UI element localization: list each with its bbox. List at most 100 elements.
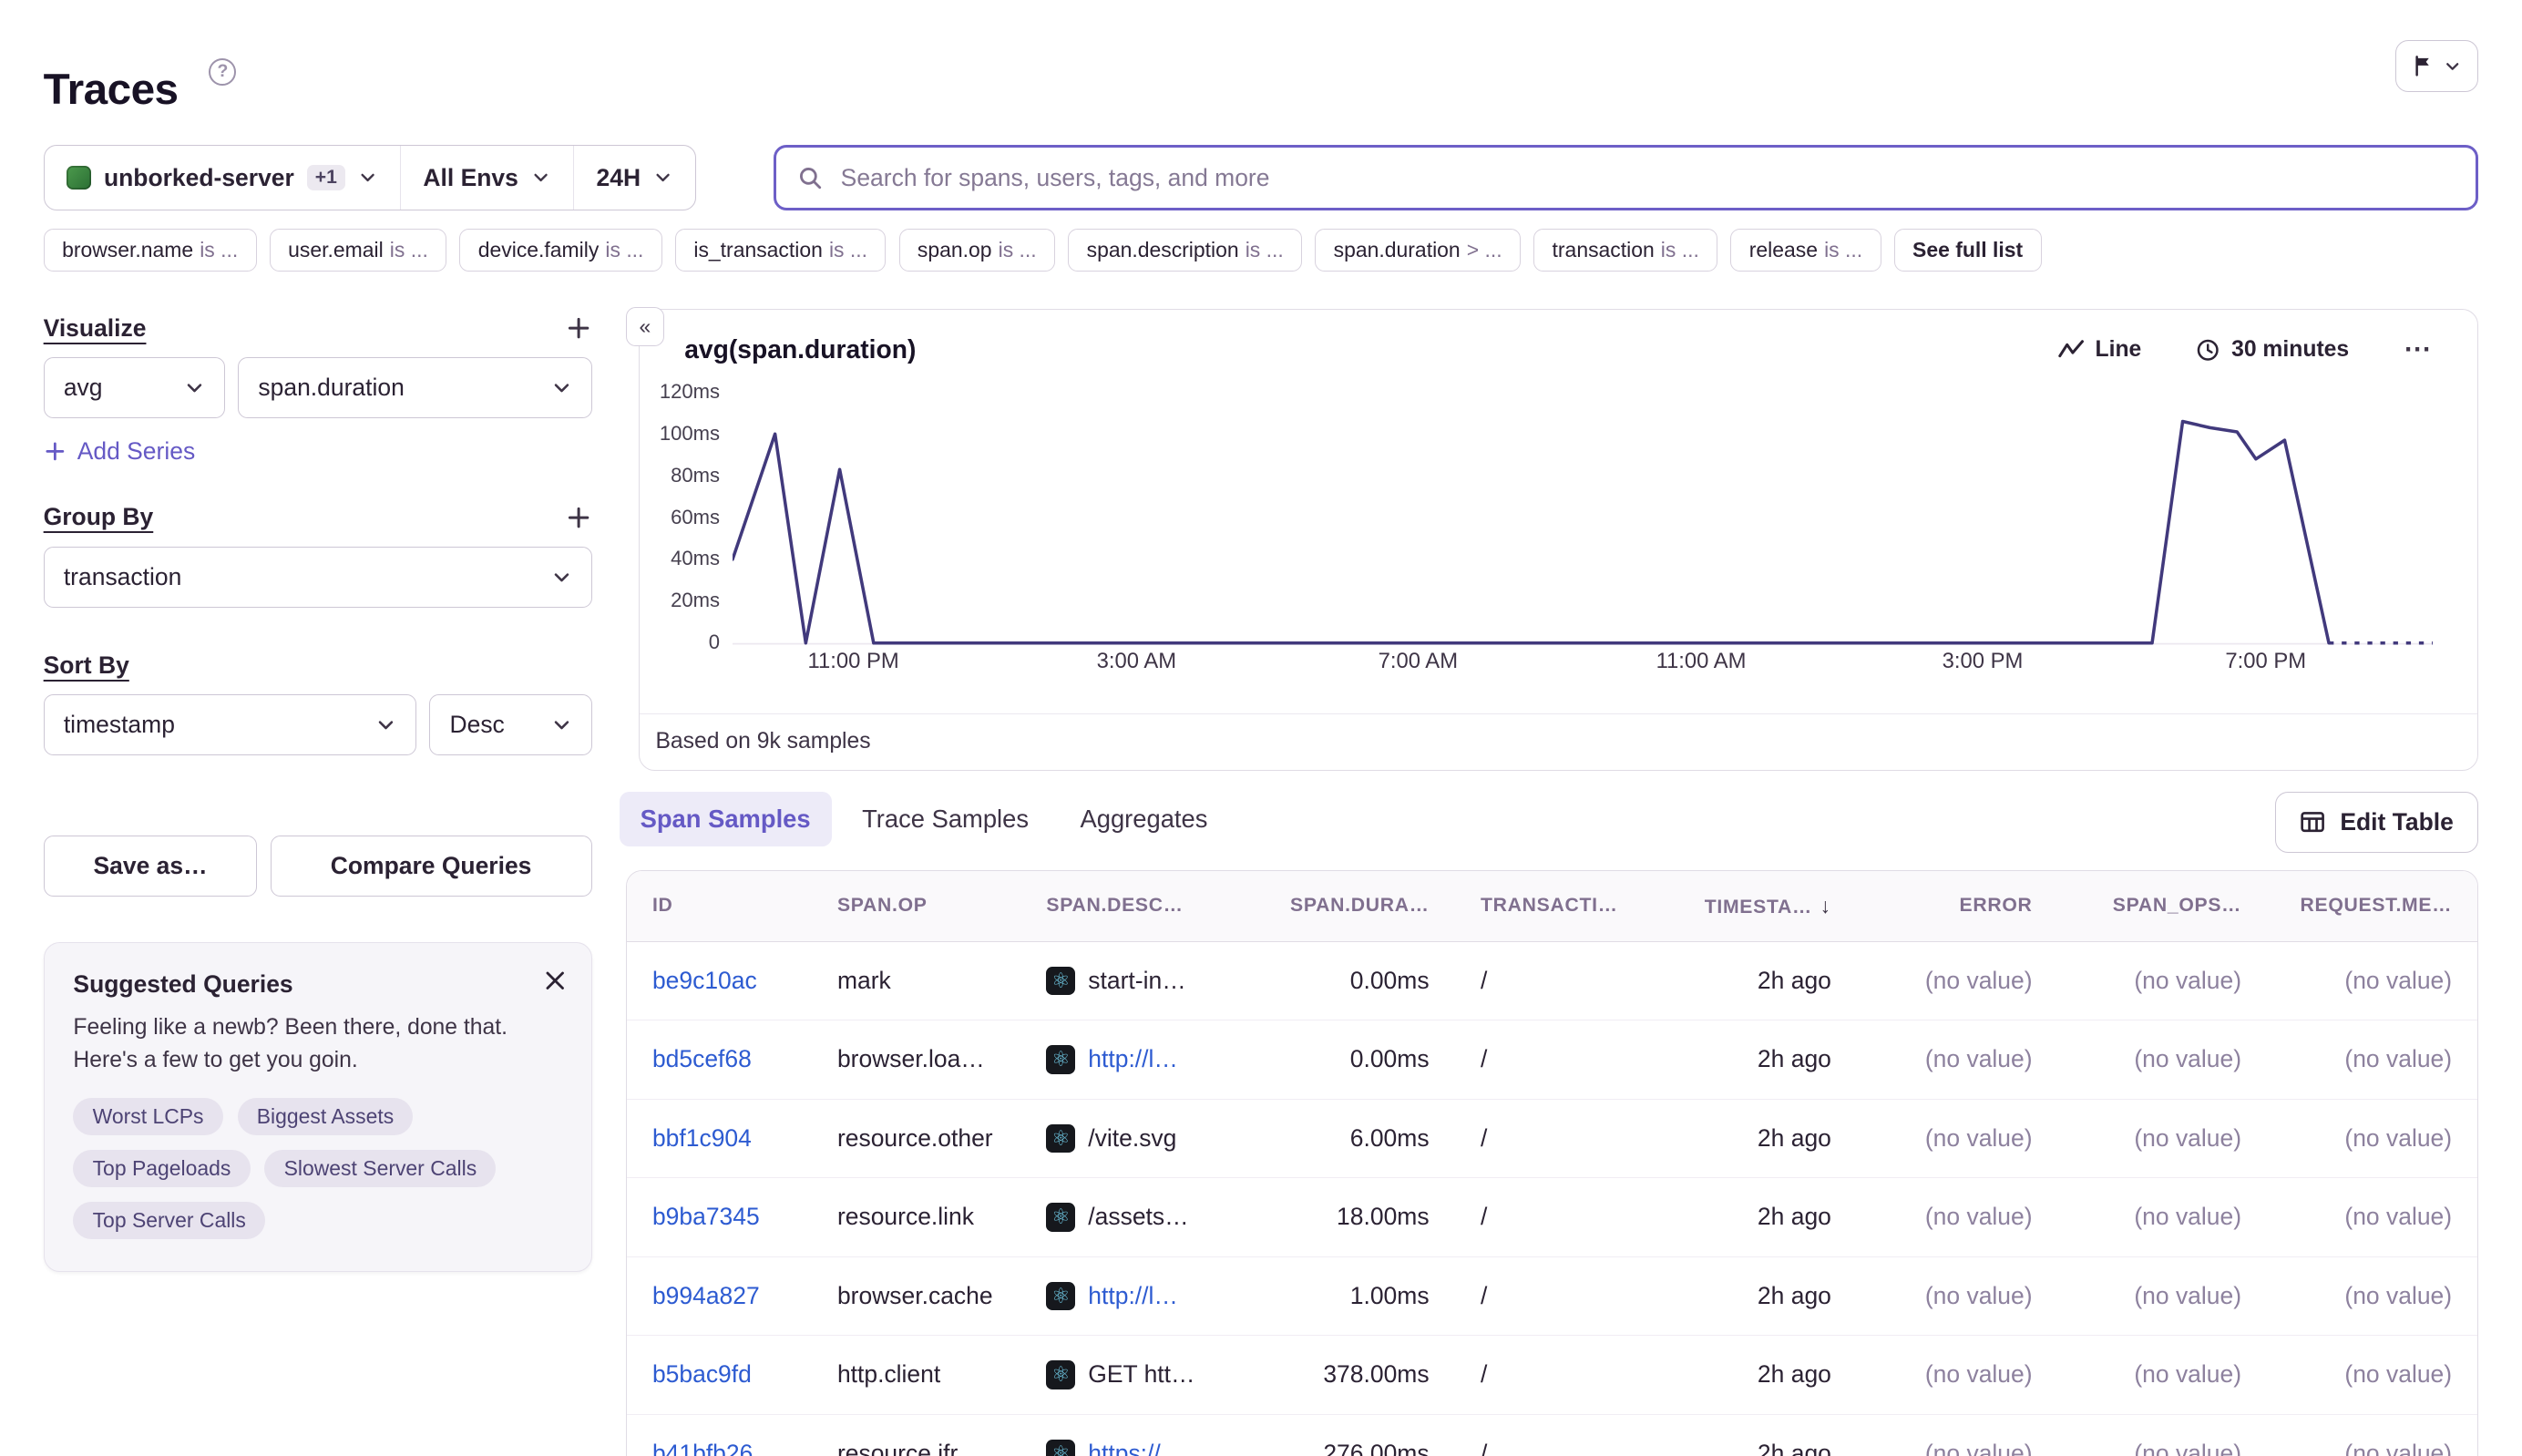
- help-icon[interactable]: ?: [209, 58, 236, 86]
- cell-timestamp: 2h ago: [1664, 1203, 1857, 1231]
- chart-type-button[interactable]: Line: [2048, 335, 2151, 364]
- suggested-query-chip[interactable]: Top Server Calls: [73, 1202, 265, 1239]
- sort-field-select[interactable]: timestamp: [44, 694, 417, 755]
- span-description-text[interactable]: https://…: [1088, 1440, 1184, 1456]
- chevron-down-icon: [358, 168, 377, 187]
- column-header-transacti-[interactable]: TRANSACTI…: [1455, 895, 1664, 917]
- aggregate-select[interactable]: avg: [44, 357, 225, 418]
- search-input[interactable]: [837, 162, 2455, 194]
- column-header-error[interactable]: ERROR: [1857, 895, 2058, 917]
- column-header-span-ops-[interactable]: SPAN_OPS…: [2058, 895, 2267, 917]
- suggested-query-chip[interactable]: Worst LCPs: [73, 1098, 222, 1135]
- react-icon: ⚛: [1046, 1203, 1075, 1232]
- timestamp-text[interactable]: 2h ago: [1758, 1440, 1831, 1456]
- column-header-request-me-[interactable]: REQUEST.ME…: [2267, 895, 2477, 917]
- span-description-text: GET htt…: [1088, 1360, 1194, 1389]
- filter-chip-key: span.description: [1087, 238, 1239, 262]
- table-row: bbf1c904resource.other⚛/vite.svg6.00ms/2…: [627, 1100, 2478, 1179]
- x-axis-label: 7:00 PM: [2225, 649, 2306, 674]
- span-id-link[interactable]: bd5cef68: [652, 1045, 752, 1072]
- add-group-by-button[interactable]: [566, 505, 591, 530]
- page-filter-bar: unborked-server +1 All Envs 24H: [44, 145, 696, 210]
- span-description-text[interactable]: http://l…: [1088, 1045, 1178, 1073]
- span-id-link[interactable]: b994a827: [652, 1282, 760, 1309]
- y-axis-label: 40ms: [642, 546, 720, 571]
- filter-chip-device.family[interactable]: device.familyis ...: [459, 229, 662, 272]
- aggregate-value: avg: [64, 374, 103, 402]
- span-id-link[interactable]: bbf1c904: [652, 1124, 752, 1152]
- span-id-link[interactable]: b41bfb26: [652, 1440, 753, 1456]
- table-row: b41bfb26resource.ifra…⚛https://…276.00ms…: [627, 1415, 2478, 1456]
- add-visualize-button[interactable]: [566, 315, 591, 341]
- span-description-text: /assets…: [1088, 1203, 1188, 1231]
- cell-request-method: (no value): [2267, 1045, 2477, 1073]
- interval-label: 30 minutes: [2231, 337, 2349, 363]
- timestamp-text[interactable]: 2h ago: [1758, 1360, 1831, 1389]
- suggested-queries-body: Feeling like a newb? Been there, done th…: [73, 1011, 561, 1077]
- collapse-sidebar-button[interactable]: «: [626, 307, 664, 345]
- suggested-query-chip[interactable]: Biggest Assets: [238, 1098, 414, 1135]
- tab-aggregates[interactable]: Aggregates: [1060, 792, 1229, 846]
- filter-chip-span.duration[interactable]: span.duration> ...: [1315, 229, 1521, 272]
- search-bar: [774, 145, 2478, 210]
- edit-table-button[interactable]: Edit Table: [2275, 792, 2479, 853]
- filter-chip-key: release: [1749, 238, 1818, 262]
- filter-chip-is_transaction[interactable]: is_transactionis ...: [675, 229, 886, 272]
- filter-chip-key: is_transaction: [693, 238, 823, 262]
- filter-chip-user.email[interactable]: user.emailis ...: [270, 229, 446, 272]
- table-row: b994a827browser.cache⚛http://l…1.00ms/2h…: [627, 1257, 2478, 1337]
- flag-dropdown-button[interactable]: [2395, 40, 2479, 91]
- tab-trace-samples[interactable]: Trace Samples: [841, 792, 1050, 846]
- filter-chip-span.description[interactable]: span.descriptionis ...: [1068, 229, 1302, 272]
- column-header-timesta-[interactable]: TIMESTA… ↓: [1664, 894, 1857, 918]
- sort-desc-icon[interactable]: ↓: [1820, 894, 1831, 918]
- span-samples-table: IDSPAN.OPSPAN.DESC…SPAN.DURA…TRANSACTI…T…: [626, 870, 2479, 1456]
- suggested-query-chip[interactable]: Slowest Server Calls: [264, 1150, 496, 1187]
- field-select[interactable]: span.duration: [238, 357, 591, 418]
- filter-chip-release[interactable]: releaseis ...: [1730, 229, 1881, 272]
- cell-transaction: /: [1455, 1440, 1664, 1456]
- group-by-header: Group By: [44, 501, 592, 533]
- tab-span-samples[interactable]: Span Samples: [620, 792, 832, 846]
- close-button[interactable]: [539, 966, 570, 1002]
- sort-direction-select[interactable]: Desc: [429, 694, 591, 755]
- cell-transaction: /: [1455, 967, 1664, 995]
- span-description-text[interactable]: http://l…: [1088, 1282, 1178, 1310]
- column-header-span-dura-[interactable]: SPAN.DURA…: [1238, 895, 1455, 917]
- cell-timestamp: 2h ago: [1664, 967, 1857, 995]
- filter-chip-transaction[interactable]: transactionis ...: [1533, 229, 1717, 272]
- timestamp-text[interactable]: 2h ago: [1758, 1045, 1831, 1073]
- interval-button[interactable]: 30 minutes: [2187, 335, 2359, 364]
- chevron-down-icon: [551, 714, 572, 735]
- filter-chip-key: device.family: [478, 238, 600, 262]
- span-description-text: start-in…: [1088, 967, 1185, 995]
- environment-selector[interactable]: All Envs: [400, 146, 573, 210]
- project-selector[interactable]: unborked-server +1: [45, 146, 400, 210]
- timestamp-text[interactable]: 2h ago: [1758, 1203, 1831, 1231]
- filter-chip-browser.name[interactable]: browser.nameis ...: [44, 229, 257, 272]
- span-id-link[interactable]: be9c10ac: [652, 967, 757, 994]
- timestamp-text[interactable]: 2h ago: [1758, 967, 1831, 995]
- sort-by-row: timestamp Desc: [44, 694, 592, 755]
- group-by-select[interactable]: transaction: [44, 547, 592, 608]
- add-series-button[interactable]: Add Series: [44, 437, 196, 466]
- chart-header: avg(span.duration) Line 30 minutes ⋯: [684, 333, 2442, 368]
- timestamp-text[interactable]: 2h ago: [1758, 1282, 1831, 1310]
- visualize-label: Visualize: [44, 314, 147, 343]
- timestamp-text[interactable]: 2h ago: [1758, 1124, 1831, 1153]
- filter-chip-span.op[interactable]: span.opis ...: [899, 229, 1056, 272]
- chart-type-label: Line: [2096, 337, 2142, 363]
- column-header-span-desc-[interactable]: SPAN.DESC…: [1020, 895, 1237, 917]
- column-header-span-op[interactable]: SPAN.OP: [812, 895, 1020, 917]
- span-id-link[interactable]: b9ba7345: [652, 1203, 760, 1230]
- date-range-selector[interactable]: 24H: [573, 146, 695, 210]
- suggested-query-chip[interactable]: Top Pageloads: [73, 1150, 250, 1187]
- save-as-button[interactable]: Save as…: [44, 836, 258, 897]
- y-axis-label: 20ms: [642, 588, 720, 613]
- overflow-menu-icon[interactable]: ⋯: [2394, 333, 2443, 368]
- column-header-id[interactable]: ID: [627, 895, 812, 917]
- span-id-link[interactable]: b5bac9fd: [652, 1360, 752, 1388]
- column-header-label: TIMESTA…: [1705, 897, 1812, 918]
- compare-queries-button[interactable]: Compare Queries: [271, 836, 592, 897]
- see-full-list-chip[interactable]: See full list: [1894, 229, 2042, 272]
